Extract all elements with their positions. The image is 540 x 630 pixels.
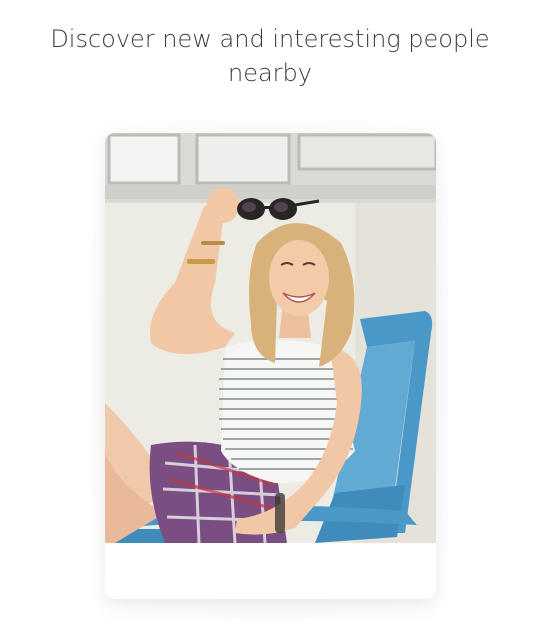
headline-text: Discover new and interesting people near… bbox=[50, 25, 490, 87]
card-footer bbox=[105, 543, 436, 599]
profile-photo bbox=[105, 133, 436, 543]
profile-card[interactable] bbox=[105, 133, 436, 599]
